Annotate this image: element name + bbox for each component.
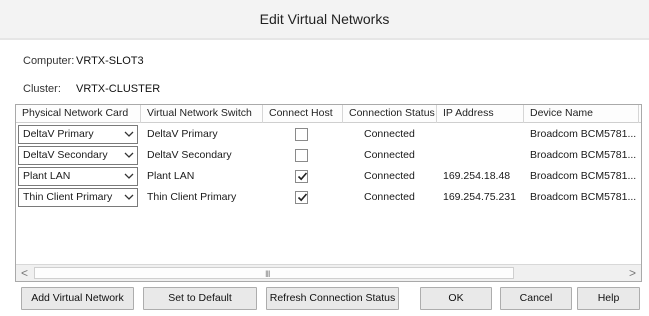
column-header-physical-network-card[interactable]: Physical Network Card xyxy=(16,105,141,123)
virtual-network-switch-cell: Thin Client Primary xyxy=(147,191,237,203)
physical-network-card-select[interactable]: Thin Client Primary xyxy=(18,188,138,207)
table-row[interactable]: DeltaV Primary DeltaV Primary Connected … xyxy=(16,124,641,145)
title-divider xyxy=(0,38,649,40)
scrollbar-thumb[interactable]: III xyxy=(34,267,514,279)
window-title: Edit Virtual Networks xyxy=(259,11,390,27)
physical-network-card-value: Plant LAN xyxy=(23,170,71,182)
column-header-ip-address[interactable]: IP Address xyxy=(437,105,524,123)
device-name-cell: Broadcom BCM5781... xyxy=(530,128,637,140)
scroll-right-icon[interactable]: > xyxy=(624,265,641,281)
ok-button[interactable]: OK xyxy=(420,287,492,310)
column-header-device-name[interactable]: Device Name xyxy=(524,105,639,123)
physical-network-card-select[interactable]: Plant LAN xyxy=(18,167,138,186)
refresh-connection-status-button[interactable]: Refresh Connection Status xyxy=(266,287,399,310)
title-bar[interactable]: Edit Virtual Networks xyxy=(0,0,649,40)
scroll-left-icon[interactable]: < xyxy=(16,265,33,281)
connect-host-checkbox[interactable] xyxy=(295,149,308,162)
connection-status-cell: Connected xyxy=(364,170,415,182)
physical-network-card-select[interactable]: DeltaV Primary xyxy=(18,125,138,144)
ip-address-cell: 169.254.18.48 xyxy=(443,170,511,182)
ip-address-cell xyxy=(437,124,524,145)
scrollbar-grip: III xyxy=(265,269,270,279)
add-virtual-network-button[interactable]: Add Virtual Network xyxy=(21,287,134,310)
table-row[interactable]: Plant LAN Plant LAN Connected 169.254.18… xyxy=(16,166,641,187)
chevron-down-icon xyxy=(124,152,134,158)
checkmark-icon xyxy=(297,193,308,202)
help-button[interactable]: Help xyxy=(577,287,640,310)
n-cell: 1 xyxy=(635,124,641,145)
physical-network-card-value: Thin Client Primary xyxy=(23,191,113,203)
cluster-label: Cluster: xyxy=(23,83,61,95)
table-row[interactable]: Thin Client Primary Thin Client Primary … xyxy=(16,187,641,208)
connect-host-checkbox[interactable] xyxy=(295,170,308,183)
checkmark-icon xyxy=(297,172,308,181)
device-name-cell: Broadcom BCM5781... xyxy=(530,170,637,182)
column-header-connect-host[interactable]: Connect Host xyxy=(263,105,343,123)
grid-header: Physical Network Card Virtual Network Sw… xyxy=(16,105,641,123)
connect-host-checkbox[interactable] xyxy=(295,191,308,204)
horizontal-scrollbar[interactable]: < III > xyxy=(16,264,641,281)
ip-address-cell xyxy=(437,145,524,166)
edit-virtual-networks-dialog: Edit Virtual Networks Computer: VRTX-SLO… xyxy=(0,0,649,316)
physical-network-card-value: DeltaV Primary xyxy=(23,128,94,140)
virtual-network-switch-cell: DeltaV Primary xyxy=(147,128,218,140)
connection-status-cell: Connected xyxy=(364,191,415,203)
computer-value: VRTX-SLOT3 xyxy=(76,55,144,67)
connection-status-cell: Connected xyxy=(364,149,415,161)
connection-status-cell: Connected xyxy=(364,128,415,140)
n-cell: 1 xyxy=(635,187,641,208)
chevron-down-icon xyxy=(124,131,134,137)
cluster-value: VRTX-CLUSTER xyxy=(76,83,161,95)
ip-address-cell: 169.254.75.231 xyxy=(443,191,516,203)
column-header-connection-status[interactable]: Connection Status xyxy=(343,105,437,123)
device-name-cell: Broadcom BCM5781... xyxy=(530,149,637,161)
device-name-cell: Broadcom BCM5781... xyxy=(530,191,637,203)
n-cell: 1 xyxy=(635,145,641,166)
connect-host-checkbox[interactable] xyxy=(295,128,308,141)
chevron-down-icon xyxy=(124,194,134,200)
column-header-n[interactable]: N xyxy=(639,105,641,123)
virtual-networks-grid[interactable]: Physical Network Card Virtual Network Sw… xyxy=(15,104,642,282)
chevron-down-icon xyxy=(124,173,134,179)
n-cell: 1 xyxy=(635,166,641,187)
physical-network-card-select[interactable]: DeltaV Secondary xyxy=(18,146,138,165)
virtual-network-switch-cell: Plant LAN xyxy=(147,170,195,182)
table-row[interactable]: DeltaV Secondary DeltaV Secondary Connec… xyxy=(16,145,641,166)
set-to-default-button[interactable]: Set to Default xyxy=(143,287,257,310)
column-header-virtual-network-switch[interactable]: Virtual Network Switch xyxy=(141,105,263,123)
computer-label: Computer: xyxy=(23,55,75,67)
physical-network-card-value: DeltaV Secondary xyxy=(23,149,108,161)
cancel-button[interactable]: Cancel xyxy=(500,287,572,310)
virtual-network-switch-cell: DeltaV Secondary xyxy=(147,149,232,161)
